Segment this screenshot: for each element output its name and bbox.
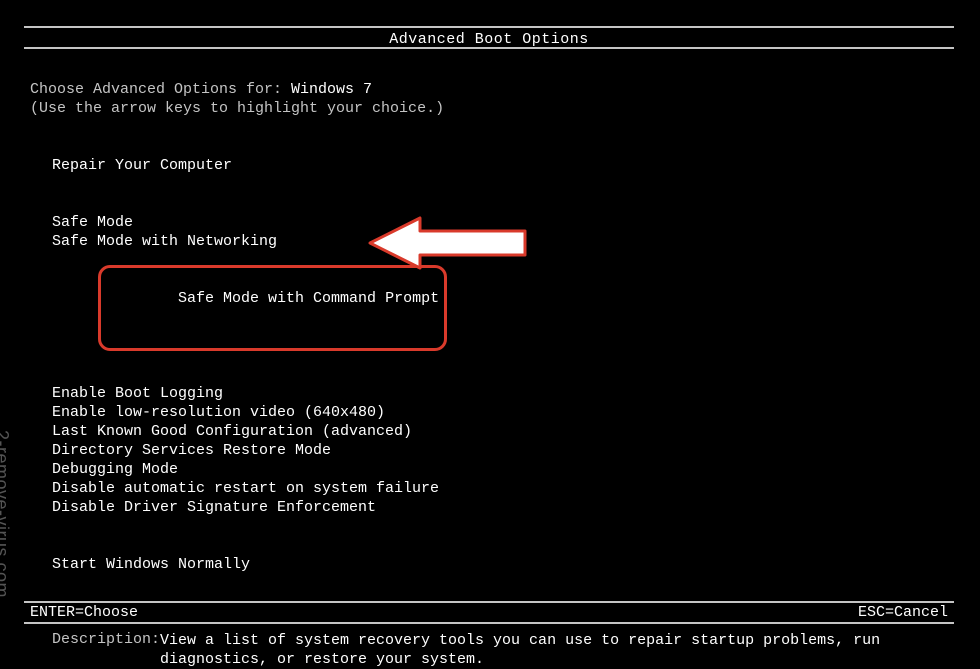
menu-safe-mode[interactable]: Safe Mode <box>52 213 950 232</box>
menu-debugging-mode[interactable]: Debugging Mode <box>52 460 950 479</box>
menu-last-known-good[interactable]: Last Known Good Configuration (advanced) <box>52 422 950 441</box>
menu-low-res-video[interactable]: Enable low-resolution video (640x480) <box>52 403 950 422</box>
choose-line: Choose Advanced Options for: Windows 7 <box>30 80 950 99</box>
main-content: Choose Advanced Options for: Windows 7 (… <box>30 80 950 669</box>
description-text: View a list of system recovery tools you… <box>160 631 950 669</box>
menu-group-repair: Repair Your Computer <box>30 156 950 175</box>
title-bar: Advanced Boot Options <box>24 26 954 49</box>
watermark-text: 2-remove-virus.com <box>0 430 12 598</box>
description-block: Description: View a list of system recov… <box>30 631 950 669</box>
menu-repair-computer[interactable]: Repair Your Computer <box>52 156 950 175</box>
menu-safe-mode-command-prompt-label: Safe Mode with Command Prompt <box>178 290 439 307</box>
menu-start-normally[interactable]: Start Windows Normally <box>52 555 950 574</box>
footer-bar: ENTER=Choose ESC=Cancel <box>24 601 954 624</box>
menu-safe-mode-networking[interactable]: Safe Mode with Networking <box>52 232 950 251</box>
hint-line: (Use the arrow keys to highlight your ch… <box>30 99 950 118</box>
menu-disable-auto-restart[interactable]: Disable automatic restart on system fail… <box>52 479 950 498</box>
menu-directory-services-restore[interactable]: Directory Services Restore Mode <box>52 441 950 460</box>
menu-group-safemode: Safe Mode Safe Mode with Networking Safe… <box>30 213 950 365</box>
screen-title: Advanced Boot Options <box>389 31 589 48</box>
choose-prefix: Choose Advanced Options for: <box>30 81 291 98</box>
menu-disable-driver-sig[interactable]: Disable Driver Signature Enforcement <box>52 498 950 517</box>
highlight-annotation <box>98 265 447 351</box>
menu-group-advanced: Enable Boot Logging Enable low-resolutio… <box>30 384 950 517</box>
description-label: Description: <box>52 631 160 669</box>
footer-esc: ESC=Cancel <box>858 604 948 621</box>
menu-safe-mode-command-prompt[interactable]: Safe Mode with Command Prompt <box>52 251 950 365</box>
footer-enter: ENTER=Choose <box>30 604 138 621</box>
os-name: Windows 7 <box>291 81 372 98</box>
menu-group-normal: Start Windows Normally <box>30 555 950 574</box>
menu-enable-boot-logging[interactable]: Enable Boot Logging <box>52 384 950 403</box>
